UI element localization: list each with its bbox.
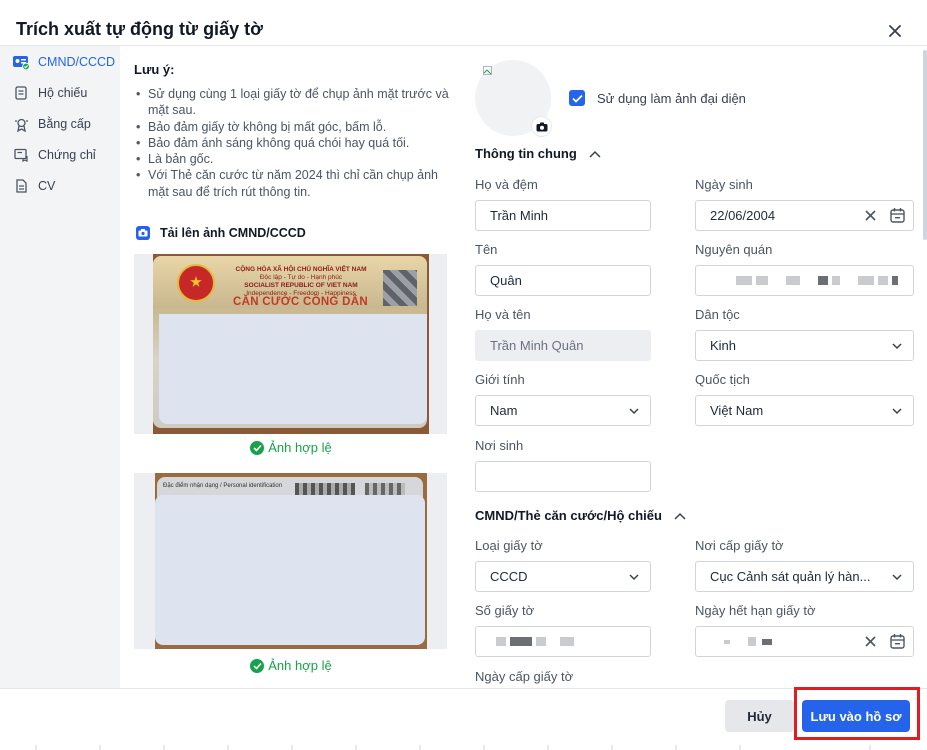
noi-sinh-input[interactable] [475,461,651,492]
sidebar-item-bang-cap[interactable]: Bằng cấp [12,114,91,134]
check-circle-icon [250,658,265,673]
quoc-tich-label: Quốc tịch [695,372,750,387]
camera-icon[interactable] [532,117,551,136]
clear-icon[interactable] [864,635,877,648]
list-item: Là bản gốc. [134,151,452,168]
dan-toc-label: Dân tộc [695,307,740,322]
sidebar-item-label: Bằng cấp [38,117,91,131]
id-card-icon [12,53,30,71]
sidebar-item-label: Chứng chỉ [38,148,96,162]
ho-va-dem-label: Họ và đệm [475,177,538,192]
camera-icon [136,226,150,240]
redacted-value [724,637,776,646]
list-item: Sử dụng cùng 1 loại giấy tờ để chụp ảnh … [134,86,452,119]
back-status-badge: Ảnh hợp lệ [120,658,462,673]
upload-panel: Lưu ý: Sử dụng cùng 1 loại giấy tờ để ch… [120,46,462,688]
quoc-tich-select[interactable]: Việt Nam [695,395,914,426]
so-giay-to-input[interactable] [475,626,651,657]
bottom-edge-ticks [35,745,871,750]
chevron-up-icon [589,150,601,158]
section-id-document[interactable]: CMND/Thẻ căn cước/Hộ chiếu [475,508,686,523]
redacted-area [155,495,425,645]
form-scrollbar[interactable] [923,50,927,240]
ngay-sinh-datepicker[interactable]: 22/06/2004 [695,200,914,231]
list-item: Với Thẻ căn cước từ năm 2024 thì chỉ cần… [134,167,452,200]
chevron-down-icon [629,408,639,415]
sidebar-item-cv[interactable]: CV [12,176,55,196]
ten-label: Tên [475,242,498,257]
ngay-cap-label: Ngày cấp giấy tờ [475,669,574,684]
sidebar-item-cmnd-cccd[interactable]: CMND/CCCD [12,52,115,72]
pixelated-photo [383,270,417,306]
loai-giay-to-select[interactable]: CCCD [475,561,651,592]
section-general-info[interactable]: Thông tin chung [475,146,601,161]
use-as-avatar-checkbox[interactable] [569,90,585,106]
passport-icon [12,84,30,102]
noi-cap-label: Nơi cấp giấy tờ [695,538,784,553]
sidebar-item-ho-chieu[interactable]: Hộ chiếu [12,83,87,103]
calendar-icon[interactable] [889,207,906,224]
nguyen-quan-label: Nguyên quán [695,242,773,257]
card-front-photo: CỘNG HÒA XÃ HỘI CHỦ NGHĨA VIỆT NAM Độc l… [153,254,429,434]
document-type-sidebar: CMND/CCCD Hộ chiếu Bằng cấp Chứng chỉ CV [0,46,120,688]
notes-list: Sử dụng cùng 1 loại giấy tờ để chụp ảnh … [134,86,452,200]
ngay-het-han-datepicker[interactable] [695,626,914,657]
use-as-avatar-label[interactable]: Sử dụng làm ảnh đại diện [597,91,746,106]
front-status-badge: Ảnh hợp lệ [120,440,462,455]
chevron-up-icon [674,512,686,520]
nguyen-quan-input[interactable] [695,265,914,296]
noi-cap-select[interactable]: Cục Cảnh sát quản lý hàn... [695,561,914,592]
chevron-down-icon [892,343,902,350]
so-giay-to-label: Số giấy tờ [475,603,535,618]
calendar-icon[interactable] [889,633,906,650]
modal-title: Trích xuất tự động từ giấy tờ [16,19,263,39]
sidebar-item-chung-chi[interactable]: Chứng chỉ [12,145,96,165]
back-image-preview[interactable]: Đặc điểm nhận dạng / Personal identifica… [134,473,447,649]
certificate-icon [12,115,30,133]
list-item: Bảo đảm giấy tờ không bị mất góc, bấm lỗ… [134,119,452,136]
list-item: Bảo đảm ánh sáng không quá chói hay quá … [134,135,452,152]
gioi-tinh-select[interactable]: Nam [475,395,651,426]
notes-title: Lưu ý: [134,62,175,77]
broken-image-icon [483,66,492,75]
sidebar-item-label: Hộ chiếu [38,86,88,100]
ho-va-dem-input[interactable]: Trần Minh [475,200,651,231]
award-icon [12,146,30,164]
ho-va-ten-label: Họ và tên [475,307,531,322]
chevron-down-icon [629,574,639,581]
document-icon [12,177,30,195]
upload-section-title: Tải lên ảnh CMND/CCCD [136,226,306,240]
sidebar-item-label: CMND/CCCD [38,55,116,69]
sidebar-item-label: CV [38,179,56,193]
save-to-profile-button[interactable]: Lưu vào hồ sơ [802,700,910,732]
ho-va-ten-input: Trần Minh Quân [475,330,651,361]
clear-icon[interactable] [864,209,877,222]
chevron-down-icon [892,574,902,581]
close-icon[interactable] [884,20,906,42]
gioi-tinh-label: Giới tính [475,372,525,387]
ten-input[interactable]: Quân [475,265,651,296]
dan-toc-select[interactable]: Kinh [695,330,914,361]
chevron-down-icon [892,408,902,415]
ngay-het-han-label: Ngày hết hạn giấy tờ [695,603,816,618]
redacted-value [736,276,902,285]
redacted-area [159,314,427,424]
ngay-sinh-label: Ngày sinh [695,177,753,192]
front-image-preview[interactable]: CỘNG HÒA XÃ HỘI CHỦ NGHĨA VIỆT NAM Độc l… [134,254,447,434]
loai-giay-to-label: Loại giấy tờ [475,538,543,553]
redacted-value [496,637,578,646]
card-back-photo: Đặc điểm nhận dạng / Personal identifica… [155,473,427,649]
check-circle-icon [250,440,265,455]
cancel-button[interactable]: Hủy [725,700,794,732]
noi-sinh-label: Nơi sinh [475,438,524,453]
